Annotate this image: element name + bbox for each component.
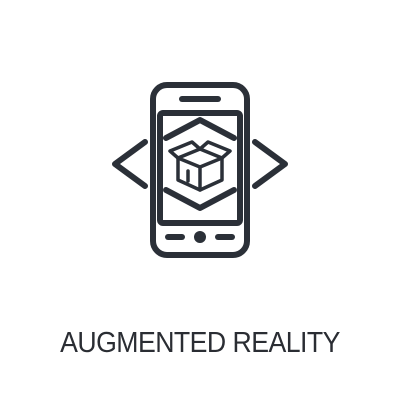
augmented-reality-phone-icon: [112, 82, 288, 258]
left-chevron-icon: [112, 139, 148, 189]
caption-title: AUGMENTED REALITY: [60, 327, 340, 359]
augmented-reality-icon: [0, 0, 400, 320]
hexagon-bottom-icon: [163, 187, 237, 211]
right-chevron-icon: [252, 139, 288, 189]
phone-home-button-icon: [194, 231, 206, 243]
cube-box-icon: [168, 140, 232, 192]
hexagon-top-icon: [163, 117, 237, 141]
illustration-canvas: AUGMENTED REALITY: [0, 0, 400, 400]
